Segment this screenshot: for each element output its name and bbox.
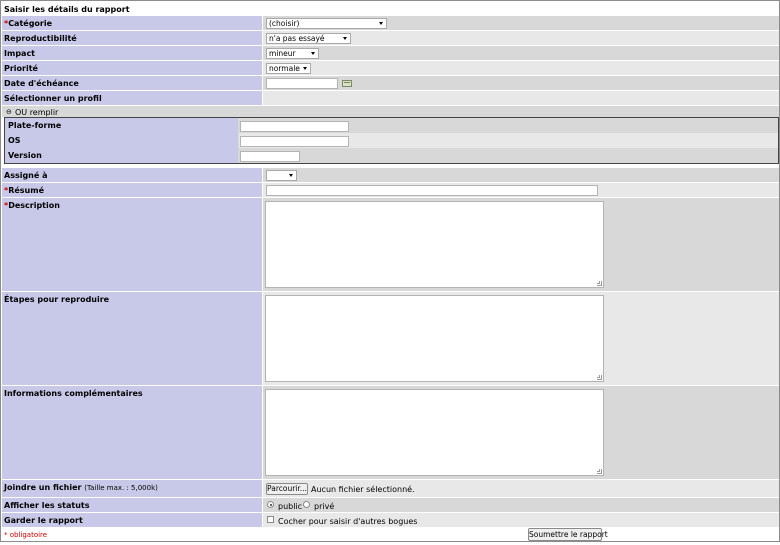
impact-select[interactable]: mineur [266,48,319,59]
label-plateforme: Plate-forme [5,118,238,133]
version-input[interactable] [240,151,300,162]
row-profil: Sélectionner un profil [2,91,779,105]
priorite-select[interactable]: normale [266,63,311,74]
calendar-icon[interactable] [342,80,352,87]
browse-button[interactable]: Parcourir... [266,483,308,495]
submit-button[interactable]: Soumettre le rapport [528,528,608,541]
row-version: Version [5,148,778,163]
description-textarea[interactable] [265,201,604,288]
label-assigne: Assigné à [2,168,262,182]
label-version: Version [5,148,238,163]
label-etapes: Étapes pour reproduire [2,292,262,385]
prive-label: privé [314,502,335,511]
plateforme-input[interactable] [240,121,349,132]
row-resume: *Résumé [2,183,779,197]
label-statuts: Afficher les statuts [2,498,262,512]
label-reproductibilite: Reproductibilité [2,31,262,45]
label-description: *Description [2,198,262,291]
assigne-select[interactable] [266,170,297,181]
chevron-down-icon [343,37,347,40]
label-profil: Sélectionner un profil [2,91,262,105]
row-categorie: *Catégorie (choisir) [2,16,779,30]
resume-input[interactable] [266,185,598,196]
label-priorite: Priorité [2,61,262,75]
chevron-down-icon [311,52,315,55]
label-impact: Impact [2,46,262,60]
public-label: public [278,502,303,511]
form-title: Saisir les détails du rapport [4,5,130,14]
resize-grip-icon[interactable] [597,375,602,380]
public-radio[interactable] [267,501,274,508]
row-description: *Description [2,198,779,291]
row-impact: Impact mineur [2,46,779,60]
prive-radio[interactable] [303,501,310,508]
row-plateforme: Plate-forme [5,118,778,133]
label-date-echeance: Date d'échéance [2,76,262,90]
row-garder: Garder le rapport Cocher pour saisir d'a… [2,513,779,527]
collapse-icon[interactable]: ⊖ [6,108,12,116]
os-input[interactable] [240,136,349,147]
required-note: * obligatoire [4,531,48,539]
row-reproductibilite: Reproductibilité n'a pas essayé [2,31,779,45]
ou-remplir-label: OU remplir [15,108,59,117]
profile-fields-box: Plate-forme OS Version [4,117,779,164]
label-fichier: Joindre un fichier (Taille max. : 5,000k… [2,480,262,497]
categorie-select[interactable]: (choisir) [266,18,387,29]
date-echeance-input[interactable] [266,78,338,89]
row-statuts: Afficher les statuts public privé [2,498,779,512]
chevron-down-icon [289,174,293,177]
label-os: OS [5,133,238,148]
max-size-note: (Taille max. : 5,000k) [84,484,158,492]
label-categorie: *Catégorie [2,16,262,30]
resize-grip-icon[interactable] [597,281,602,286]
informations-textarea[interactable] [265,389,604,476]
file-status: Aucun fichier sélectionné. [311,485,415,494]
resize-grip-icon[interactable] [597,469,602,474]
reproductibilite-select[interactable]: n'a pas essayé [266,33,351,44]
label-informations: Informations complémentaires [2,386,262,479]
ou-remplir-header[interactable]: ⊖ OU remplir [2,106,779,117]
chevron-down-icon [303,67,307,70]
row-informations: Informations complémentaires [2,386,779,479]
garder-checkbox-label: Cocher pour saisir d'autres bogues [278,517,418,526]
etapes-textarea[interactable] [265,295,604,382]
row-date-echeance: Date d'échéance [2,76,779,90]
row-priorite: Priorité normale [2,61,779,75]
row-assigne: Assigné à [2,168,779,182]
label-garder: Garder le rapport [2,513,262,527]
garder-checkbox[interactable] [267,516,274,523]
chevron-down-icon [379,22,383,25]
row-etapes: Étapes pour reproduire [2,292,779,385]
label-resume: *Résumé [2,183,262,197]
row-os: OS [5,133,778,148]
report-form-frame: Saisir les détails du rapport *Catégorie… [0,0,780,542]
row-fichier: Joindre un fichier (Taille max. : 5,000k… [2,480,779,497]
